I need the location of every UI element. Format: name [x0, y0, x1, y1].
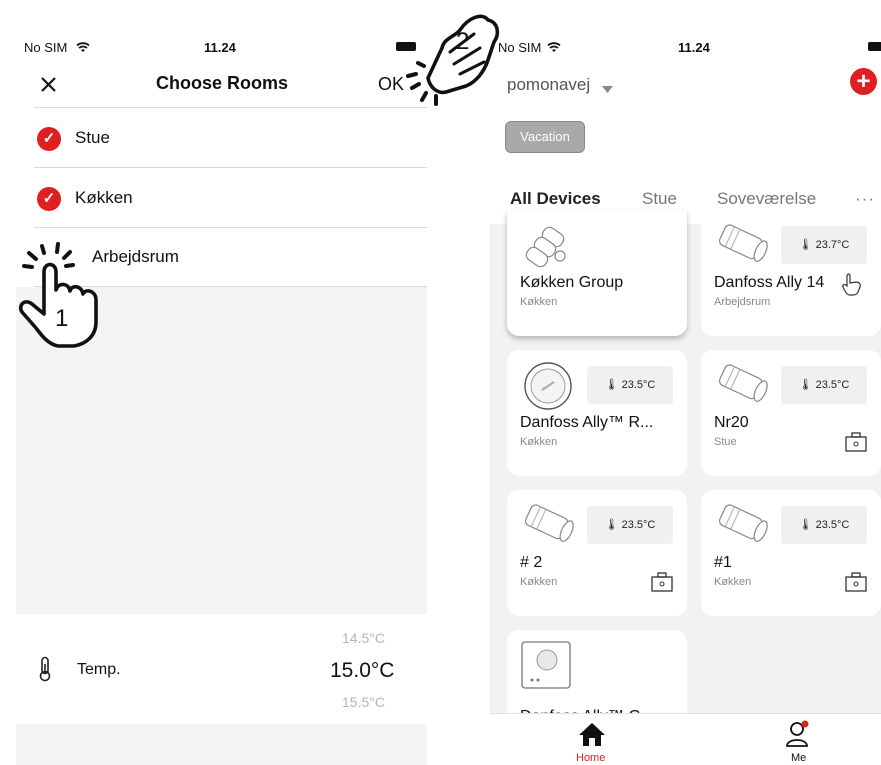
thermometer-icon: [38, 656, 52, 687]
checked-icon: ✓: [37, 187, 61, 211]
step-1-number: 1: [55, 305, 69, 332]
device-card[interactable]: 🌡 23.5°C Nr20 Stue: [701, 350, 881, 476]
room-sensor-icon: [520, 360, 572, 417]
temp-selected-value[interactable]: 15.0°C: [330, 659, 394, 683]
thermometer-icon: 🌡: [604, 519, 619, 531]
temp-picker-row[interactable]: Temp. 14.5°C 15.0°C 15.5°C: [16, 614, 427, 724]
device-room: Køkken: [520, 296, 558, 308]
step-1-tap-hand-icon: [16, 240, 106, 352]
home-icon[interactable]: [578, 722, 606, 751]
temp-option-above[interactable]: 14.5°C: [342, 630, 385, 646]
thermometer-icon: 🌡: [798, 519, 813, 531]
thermostat-group-icon: [520, 220, 570, 277]
page-title: Choose Rooms: [156, 73, 289, 93]
device-title: Danfoss Ally 14: [714, 274, 825, 291]
step-2-tap-hand-icon: [404, 8, 504, 108]
device-title: #1: [714, 554, 732, 571]
ok-button[interactable]: OK: [378, 74, 404, 95]
battery-icon: [868, 42, 881, 51]
carrier-label: No SIM: [498, 40, 542, 55]
pointer-hand-icon: [841, 272, 863, 301]
device-title: Køkken Group: [520, 274, 624, 291]
device-card[interactable]: Køkken Group Køkken: [507, 210, 687, 336]
tab-stue[interactable]: Stue: [642, 189, 677, 209]
tab-home-label[interactable]: Home: [576, 752, 605, 764]
clock: 11.24: [204, 40, 236, 55]
room-label: Stue: [75, 128, 110, 147]
bottom-tab-bar: Home Me: [490, 713, 881, 765]
temp-value: 23.7°C: [815, 239, 850, 251]
step-2-number: 2: [456, 28, 470, 55]
checked-icon: ✓: [37, 127, 61, 151]
vacation-suitcase-icon: [845, 432, 867, 457]
temp-badge: 🌡 23.5°C: [587, 366, 673, 404]
radiator-thermostat-icon: [714, 220, 772, 273]
thermometer-icon: 🌡: [604, 379, 619, 391]
device-title: # 2: [520, 554, 543, 571]
device-room: Køkken: [714, 576, 752, 588]
temp-badge: 🌡 23.7°C: [781, 226, 867, 264]
thermometer-icon: 🌡: [798, 239, 813, 251]
room-label: Køkken: [75, 188, 133, 207]
choose-rooms-screen: No SIM 11.24 Choose Rooms OK ✓ Stue ✓ Kø…: [16, 28, 427, 765]
vacation-suitcase-icon: [651, 572, 673, 597]
temp-option-below[interactable]: 15.5°C: [342, 694, 385, 710]
room-row-kokken[interactable]: ✓ Køkken: [34, 168, 427, 228]
device-title: Nr20: [714, 414, 749, 431]
caret-down-icon[interactable]: [602, 81, 613, 99]
radiator-thermostat-icon: [520, 500, 578, 553]
temp-value: 23.5°C: [815, 519, 850, 531]
device-card[interactable]: 🌡 23.7°C Danfoss Ally 14 Arbejdsrum: [701, 210, 881, 336]
temp-badge: 🌡 23.5°C: [781, 506, 867, 544]
vacation-suitcase-icon: [845, 572, 867, 597]
thermometer-icon: 🌡: [798, 379, 813, 391]
temp-badge: 🌡 23.5°C: [781, 366, 867, 404]
device-card[interactable]: 🌡 23.5°C Danfoss Ally™ R... Køkken: [507, 350, 687, 476]
device-room: Køkken: [520, 576, 558, 588]
more-tabs-icon[interactable]: ···: [855, 189, 875, 209]
clock: 11.24: [678, 40, 710, 55]
wifi-icon: [76, 40, 90, 58]
tab-me-label[interactable]: Me: [791, 752, 806, 764]
tab-sovevaerelse[interactable]: Soveværelse: [717, 189, 816, 209]
profile-icon[interactable]: [786, 720, 810, 753]
radiator-thermostat-icon: [714, 500, 772, 553]
device-room: Arbejdsrum: [714, 296, 771, 308]
device-title: Danfoss Ally™ R...: [520, 414, 654, 431]
carrier-label: No SIM: [24, 40, 68, 55]
room-row-stue[interactable]: ✓ Stue: [34, 108, 427, 168]
bottom-area: [16, 724, 427, 765]
tab-all-devices[interactable]: All Devices: [510, 189, 601, 209]
radiator-thermostat-icon: [714, 360, 772, 413]
temp-badge: 🌡 23.5°C: [587, 506, 673, 544]
gateway-icon: [520, 640, 572, 697]
wifi-icon: [547, 40, 561, 58]
device-card[interactable]: 🌡 23.5°C #1 Køkken: [701, 490, 881, 616]
vacation-button[interactable]: Vacation: [505, 121, 585, 153]
temp-label: Temp.: [77, 661, 121, 678]
close-icon[interactable]: [40, 76, 57, 98]
device-room: Køkken: [520, 436, 558, 448]
temp-value: 23.5°C: [815, 379, 850, 391]
device-room: Stue: [714, 436, 737, 448]
home-selector[interactable]: pomonavej: [507, 75, 590, 95]
device-card[interactable]: 🌡 23.5°C # 2 Køkken: [507, 490, 687, 616]
devices-screen: No SIM 11.24 pomonavej + Vacation All De…: [490, 28, 881, 765]
add-device-button[interactable]: +: [850, 68, 877, 95]
temp-value: 23.5°C: [621, 379, 656, 391]
temp-value: 23.5°C: [621, 519, 656, 531]
